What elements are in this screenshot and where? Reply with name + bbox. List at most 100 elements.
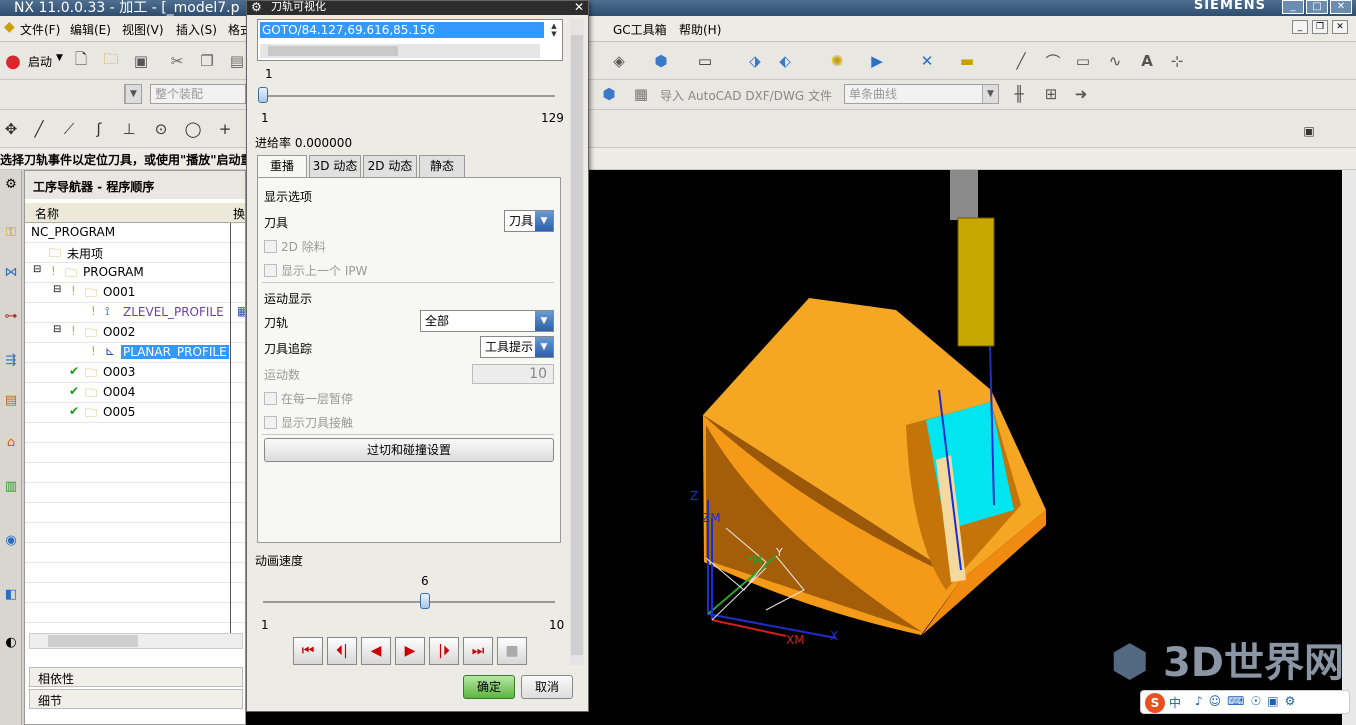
skip-to-start-button[interactable]: ⏮ (293, 637, 323, 665)
tree-row-o005[interactable]: ✔ 🗀 O005 (25, 403, 245, 423)
render-style-icon[interactable]: ▭ (694, 50, 716, 72)
menu-file[interactable]: 文件(F) (20, 21, 60, 38)
shaded-view-icon[interactable]: ◈ (608, 50, 630, 72)
hierarchy-icon[interactable]: ⊞ (1040, 83, 1062, 105)
position-slider-knob[interactable] (258, 87, 268, 103)
open-folder-icon[interactable]: 🗀 (100, 50, 122, 72)
motion-count-input[interactable]: 10 (472, 364, 554, 384)
tree-row-nc-program[interactable]: NC_PROGRAM (25, 223, 245, 243)
constraint-nav-icon[interactable]: ⋈ (1, 262, 21, 284)
visualize-icon[interactable]: ✺ (826, 50, 848, 72)
spline-icon[interactable]: ∿ (1104, 50, 1126, 72)
ime-tool-icons[interactable]: ♪☺⌨☉▣⚙ (1195, 694, 1301, 708)
speed-slider-track[interactable] (263, 601, 555, 603)
cube-view-icon[interactable]: ⬢ (650, 50, 672, 72)
measure-icon[interactable]: ▬ (956, 50, 978, 72)
menu-view[interactable]: 视图(V) (122, 21, 164, 38)
ok-button[interactable]: 确定 (463, 675, 515, 699)
tree-row-zlevel-profile[interactable]: ! ⟟ ZLEVEL_PROFILE ▦ (25, 303, 245, 323)
dimension-icon[interactable]: ⊹ (1166, 50, 1188, 72)
rectangle-icon[interactable]: ▭ (1072, 50, 1094, 72)
mdi-close-button[interactable]: ✕ (1332, 20, 1348, 34)
import-cad-icon[interactable]: ▦ (630, 83, 652, 105)
maximize-view-icon[interactable]: ▣ (1298, 120, 1320, 142)
details-panel[interactable]: 细节 (29, 689, 243, 709)
import-dxf-label[interactable]: 导入 AutoCAD DXF/DWG 文件 (660, 87, 832, 104)
start-icon[interactable]: ● (2, 50, 24, 72)
collapse-icon[interactable]: ⊟ (53, 284, 61, 295)
pause-each-layer-checkbox[interactable]: 在每一层暂停 (264, 390, 353, 407)
speed-slider-knob[interactable] (420, 593, 431, 609)
tree-row-unused[interactable]: 🗀 未用项 (25, 243, 245, 263)
menu-gc-toolbox[interactable]: GC工具箱 (613, 21, 667, 38)
tree-row-planar-profile[interactable]: ! ⊾ PLANAR_PROFILE (25, 343, 245, 363)
text-icon[interactable]: A (1136, 50, 1158, 72)
cancel-button[interactable]: 取消 (521, 675, 573, 699)
play-reverse-button[interactable]: ◀ (361, 637, 391, 665)
tool-display-select[interactable]: 刀具 ▼ (504, 210, 554, 232)
maximize-button[interactable]: □ (1306, 0, 1328, 14)
machine-nav-icon[interactable]: ▤ (1, 390, 21, 412)
nx-logo-icon[interactable]: ◆ (4, 19, 15, 35)
tab-static[interactable]: 静态 (419, 155, 465, 177)
curve-rule-combo[interactable]: 单条曲线 ▼ (844, 84, 999, 104)
viewport-scrollbar[interactable] (1342, 170, 1356, 725)
ime-mode-label[interactable]: 中 (1169, 694, 1181, 711)
part-nav-icon[interactable]: ⊶ (1, 306, 21, 328)
move-icon[interactable]: ✥ (0, 118, 22, 140)
copy-icon[interactable]: ❐ (196, 50, 218, 72)
save-icon[interactable]: ▣ (130, 50, 152, 72)
menu-help[interactable]: 帮助(H) (679, 21, 721, 38)
mdi-minimize-button[interactable]: _ (1292, 20, 1308, 34)
assembly-nav-icon[interactable]: ⚿ (1, 222, 21, 244)
close-window-button[interactable]: ✕ (1330, 0, 1352, 14)
dependency-panel[interactable]: 相依性 (29, 667, 243, 687)
history-icon[interactable]: ▥ (1, 476, 21, 498)
close-icon[interactable]: ✕ (574, 0, 584, 14)
curve-snap-icon[interactable]: ʃ (88, 118, 110, 140)
center-icon[interactable]: ⊙ (150, 118, 172, 140)
analysis-icon[interactable]: ▶ (866, 50, 888, 72)
goto-hscrollbar[interactable] (260, 44, 540, 58)
play-forward-button[interactable]: ▶ (395, 637, 425, 665)
scroll-thumb[interactable] (48, 635, 138, 647)
tree-row-o001[interactable]: ⊟ ! 🗀 O001 (25, 283, 245, 303)
ime-toolbar[interactable]: S 中 ♪☺⌨☉▣⚙ (1140, 690, 1350, 714)
goto-selected-line[interactable]: GOTO/84.127,69.616,85.156 (260, 22, 544, 38)
chevron-up-icon[interactable]: ▲ (548, 22, 560, 30)
layer-icon[interactable]: ⬖ (774, 50, 796, 72)
import-part-icon[interactable]: ⬢ (598, 83, 620, 105)
show-tool-contact-checkbox[interactable]: 显示刀具接触 (264, 414, 353, 431)
point-icon[interactable]: + (214, 118, 236, 140)
collapse-icon[interactable]: ⊟ (53, 324, 61, 335)
chevron-down-icon[interactable]: ▼ (548, 30, 560, 38)
settings-icon[interactable]: ⚙ (1, 174, 21, 196)
tab-replay[interactable]: 重播 (257, 155, 307, 178)
line-snap-icon[interactable]: ╱ (28, 118, 50, 140)
tree-row-program[interactable]: ⊟ ! 🗀 PROGRAM (25, 263, 245, 283)
tab-2d-dynamic[interactable]: 2D 动态 (363, 155, 417, 177)
arc-icon[interactable]: ⌒ (1042, 50, 1064, 72)
endpoint-icon[interactable]: ⟋ (58, 118, 80, 140)
tab-3d-dynamic[interactable]: 3D 动态 (309, 155, 361, 177)
position-slider-track[interactable] (263, 95, 555, 97)
gouge-collision-settings-button[interactable]: 过切和碰撞设置 (264, 438, 554, 462)
scroll-thumb[interactable] (571, 35, 583, 655)
column-toolchange[interactable]: 换 (233, 205, 245, 222)
stop-button[interactable]: ■ (497, 637, 527, 665)
navigator-hscrollbar[interactable] (29, 633, 243, 649)
web-browser-icon[interactable]: ◉ (1, 530, 21, 552)
wcs-icon[interactable]: ✕ (916, 50, 938, 72)
tree-row-o002[interactable]: ⊟ ! 🗀 O002 (25, 323, 245, 343)
menu-insert[interactable]: 插入(S) (176, 21, 217, 38)
arrow-right-icon[interactable]: ➜ (1070, 83, 1092, 105)
tree-row-o003[interactable]: ✔ 🗀 O003 (25, 363, 245, 383)
start-dropdown-icon[interactable]: ▼ (56, 53, 63, 63)
line-icon[interactable]: ╱ (1010, 50, 1032, 72)
skip-to-end-button[interactable]: ⏭ (463, 637, 493, 665)
reuse-library-icon[interactable]: ⌂ (1, 432, 21, 454)
new-file-icon[interactable]: 🗋 (70, 50, 92, 72)
roles-icon[interactable]: ◐ (1, 632, 21, 654)
menu-edit[interactable]: 编辑(E) (70, 21, 111, 38)
tool-trace-select[interactable]: 工具提示 ▼ (480, 336, 554, 358)
